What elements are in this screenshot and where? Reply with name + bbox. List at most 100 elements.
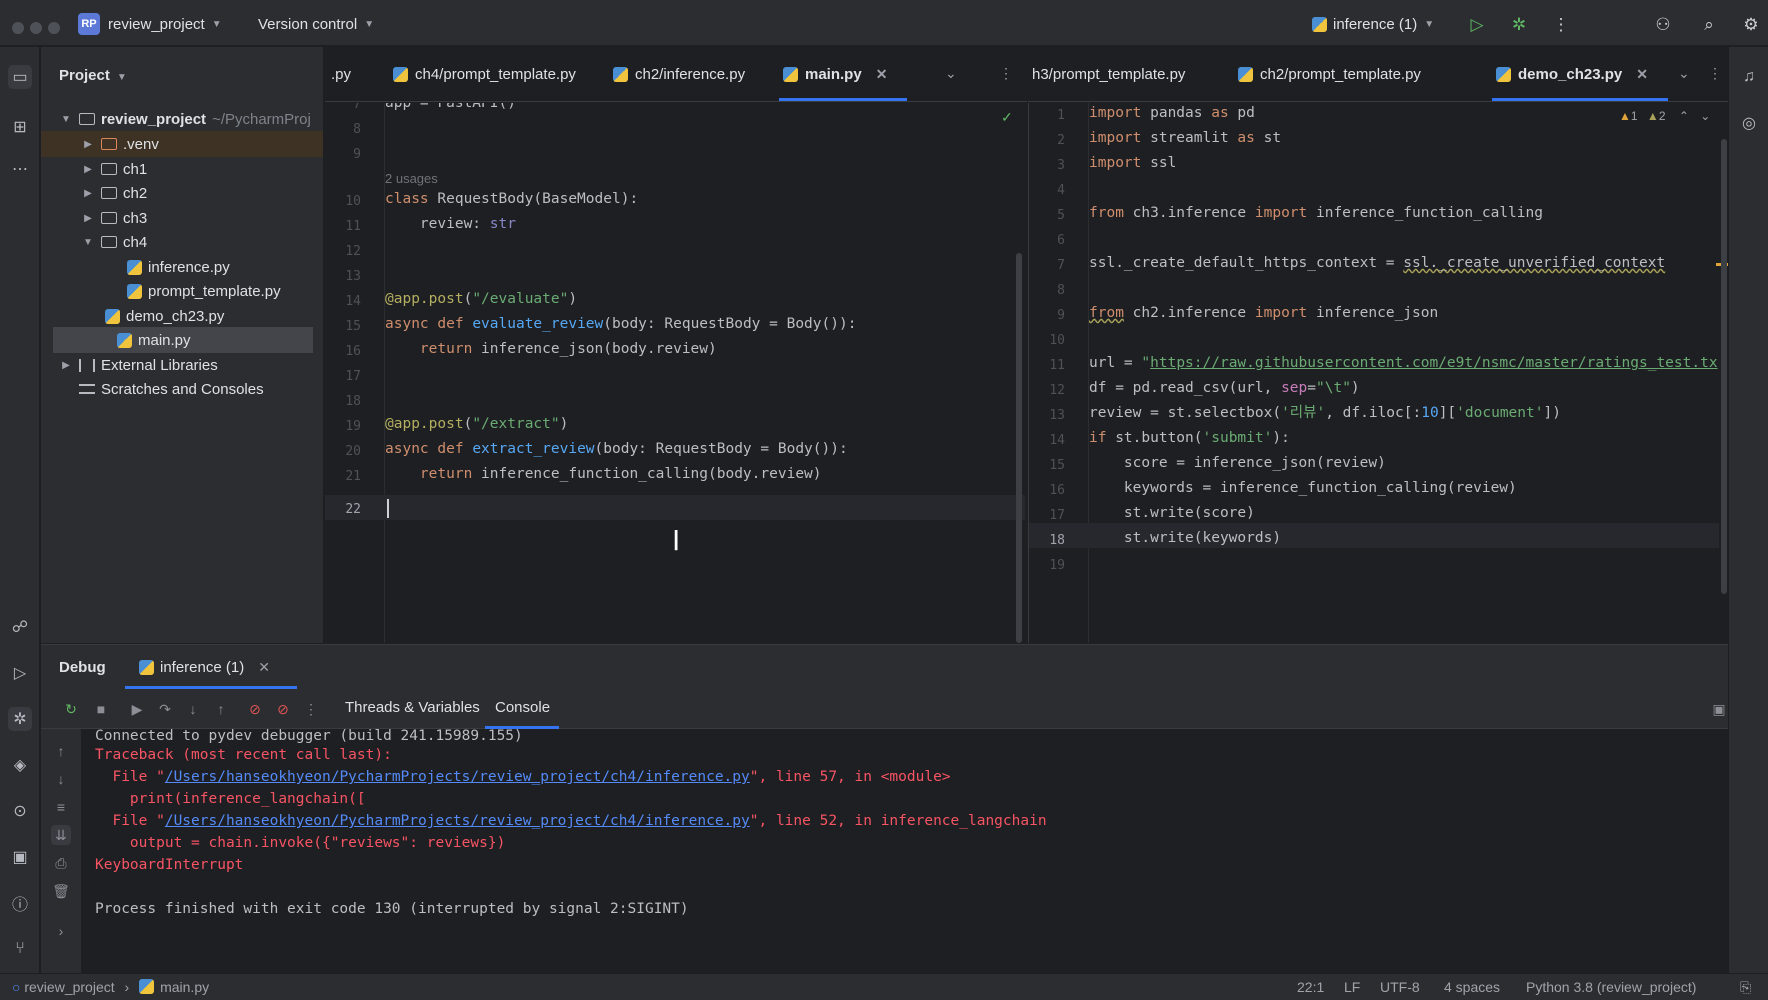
caret-position[interactable]: 22:1 [1297,979,1324,995]
arrow-down-icon[interactable]: ↓ [51,769,71,789]
python-packages-icon[interactable]: ⊙ [8,799,32,823]
rerun-icon[interactable]: ↻ [61,699,81,719]
more-tools-icon[interactable]: ⋯ [8,157,32,181]
line-number: 1 [1057,108,1065,123]
tab-ch4-prompt-template[interactable]: ch4/prompt_template.py [393,47,576,102]
indent-setting[interactable]: 4 spaces [1444,979,1500,995]
project-view-icon[interactable]: ▭ [8,65,32,89]
tab-more-icon[interactable]: ⋮ [999,65,1013,82]
python-interpreter[interactable]: Python 3.8 (review_project) [1526,979,1696,995]
tree-item-ch3[interactable]: ▶ ch3 [41,205,323,231]
print-icon[interactable]: ⎙ [51,853,71,873]
inspection-widget[interactable]: ▲1 ▲2 ⌃ ⌄ [1619,109,1710,123]
window-zoom-button[interactable] [48,22,60,34]
vertical-scrollbar[interactable] [1721,139,1727,594]
close-icon[interactable]: ✕ [1636,66,1648,83]
tree-item-inference-py[interactable]: inference.py [41,254,323,280]
project-panel-title[interactable]: Project ▼ [59,67,127,84]
tree-item-demo-ch23-py[interactable]: demo_ch23.py [41,303,323,329]
tree-item-external-libraries[interactable]: ▶ External Libraries [41,352,323,378]
line-number: 4 [1057,183,1065,198]
tree-item-ch2[interactable]: ▶ ch2 [41,180,323,206]
services-icon[interactable]: ◈ [8,753,32,777]
code-line: import streamlit as st [1089,130,1282,146]
tab-ch2-prompt-template[interactable]: ch2/prompt_template.py [1238,47,1421,102]
notifications-bell-icon[interactable]: ♫ [1737,65,1761,89]
resume-icon[interactable]: ▶ [127,699,147,719]
vcs-menu[interactable]: Version control ▼ [258,12,374,36]
close-icon[interactable]: ✕ [258,659,270,676]
project-switcher[interactable]: RP review_project ▼ [78,12,222,36]
tree-item-main-py[interactable]: main.py [53,327,313,353]
stop-icon[interactable]: ■ [91,699,111,719]
tree-item-prompt-template-py[interactable]: prompt_template.py [41,278,323,304]
tab-ch3-prompt-template[interactable]: h3/prompt_template.py [1032,47,1185,102]
folder-icon [101,236,117,248]
view-breakpoints-icon[interactable]: ⊘ [245,699,265,719]
chevron-up-icon[interactable]: ⌃ [1679,109,1689,123]
window-close-button[interactable] [12,22,24,34]
chevron-right-icon[interactable]: › [51,921,71,941]
file-encoding[interactable]: UTF-8 [1380,979,1420,995]
weak-warning-count: 2 [1658,109,1666,123]
tree-item-ch4[interactable]: ▼ ch4 [41,229,323,255]
line-number: 18 [345,394,361,409]
step-out-icon[interactable]: ↑ [211,699,231,719]
more-icon[interactable]: ⋮ [301,699,321,719]
python-console-icon[interactable]: ☍ [8,615,32,639]
left-editor[interactable]: ✓ 7 app = FastAPI() 8 9 2 usages 10 clas… [325,103,1027,643]
step-over-icon[interactable]: ↷ [155,699,175,719]
lock-icon[interactable]: ⎘ [1740,979,1751,996]
tree-item-ch1[interactable]: ▶ ch1 [41,156,323,182]
ai-assistant-icon[interactable]: ◎ [1737,111,1761,135]
breadcrumb-project[interactable]: review_project [24,979,114,995]
mute-breakpoints-icon[interactable]: ⊘ [273,699,293,719]
terminal-icon[interactable]: ▣ [8,845,32,869]
chevron-down-icon[interactable]: ⌄ [1700,109,1710,123]
run-config-selector[interactable]: inference (1) ▼ [1312,12,1434,36]
step-into-icon[interactable]: ↓ [183,699,203,719]
search-icon[interactable]: ⌕ [1698,14,1720,36]
tree-root[interactable]: ▼ review_project ~/PycharmProj [41,106,323,132]
run-tool-icon[interactable]: ▷ [8,661,32,685]
vertical-scrollbar[interactable] [1016,253,1022,643]
tab-demo-ch23[interactable]: demo_ch23.py ✕ [1496,47,1648,102]
tab-list-chevron-icon[interactable]: ⌄ [1678,65,1690,82]
tab-console[interactable]: Console [495,699,550,716]
library-icon [79,358,95,372]
line-separator[interactable]: LF [1344,979,1360,995]
git-icon[interactable]: ⑂ [8,937,32,961]
tab-py[interactable]: .py [331,47,351,102]
problems-icon[interactable]: ⓘ [8,891,32,915]
debug-tool-icon[interactable]: ✲ [8,707,32,731]
tab-label: demo_ch23.py [1518,66,1623,83]
code-line: app = FastAPI() [385,103,516,111]
settings-gear-icon[interactable]: ⚙ [1740,14,1762,36]
tab-ch2-inference[interactable]: ch2/inference.py [613,47,745,102]
more-actions-icon[interactable]: ⋮ [1550,14,1572,36]
tab-more-icon[interactable]: ⋮ [1708,65,1722,82]
soft-wrap-icon[interactable]: ≡ [51,797,71,817]
window-minimize-button[interactable] [30,22,42,34]
arrow-up-icon[interactable]: ↑ [51,741,71,761]
file-link[interactable]: /Users/hanseokhyeon/PycharmProjects/revi… [165,813,750,829]
file-link[interactable]: /Users/hanseokhyeon/PycharmProjects/revi… [165,769,750,785]
python-file-icon [613,67,628,82]
run-icon[interactable]: ▷ [1466,14,1488,36]
layout-settings-icon[interactable]: ▣ [1709,699,1729,719]
tab-threads-variables[interactable]: Threads & Variables [345,699,480,716]
tab-list-chevron-icon[interactable]: ⌄ [945,65,957,82]
right-editor[interactable]: ▲1 ▲2 ⌃ ⌄ 1 import pandas as pd 2 import… [1028,103,1728,643]
debug-session-tab[interactable]: inference (1) ✕ [139,645,270,689]
usages-hint[interactable]: 2 usages [385,169,438,189]
tab-main-py[interactable]: main.py ✕ [783,47,887,102]
add-user-icon[interactable]: ⚇ [1652,14,1674,36]
scroll-to-end-icon[interactable]: ⇊ [51,825,71,845]
debug-icon[interactable]: ✲ [1508,14,1530,36]
tree-item-scratches[interactable]: Scratches and Consoles [41,376,323,402]
structure-icon[interactable]: ⊞ [8,115,32,139]
tree-item-venv[interactable]: ▶ .venv [41,131,323,157]
close-icon[interactable]: ✕ [876,66,888,83]
breadcrumb-file[interactable]: main.py [160,979,209,995]
trash-icon[interactable]: 🗑 [51,881,71,901]
